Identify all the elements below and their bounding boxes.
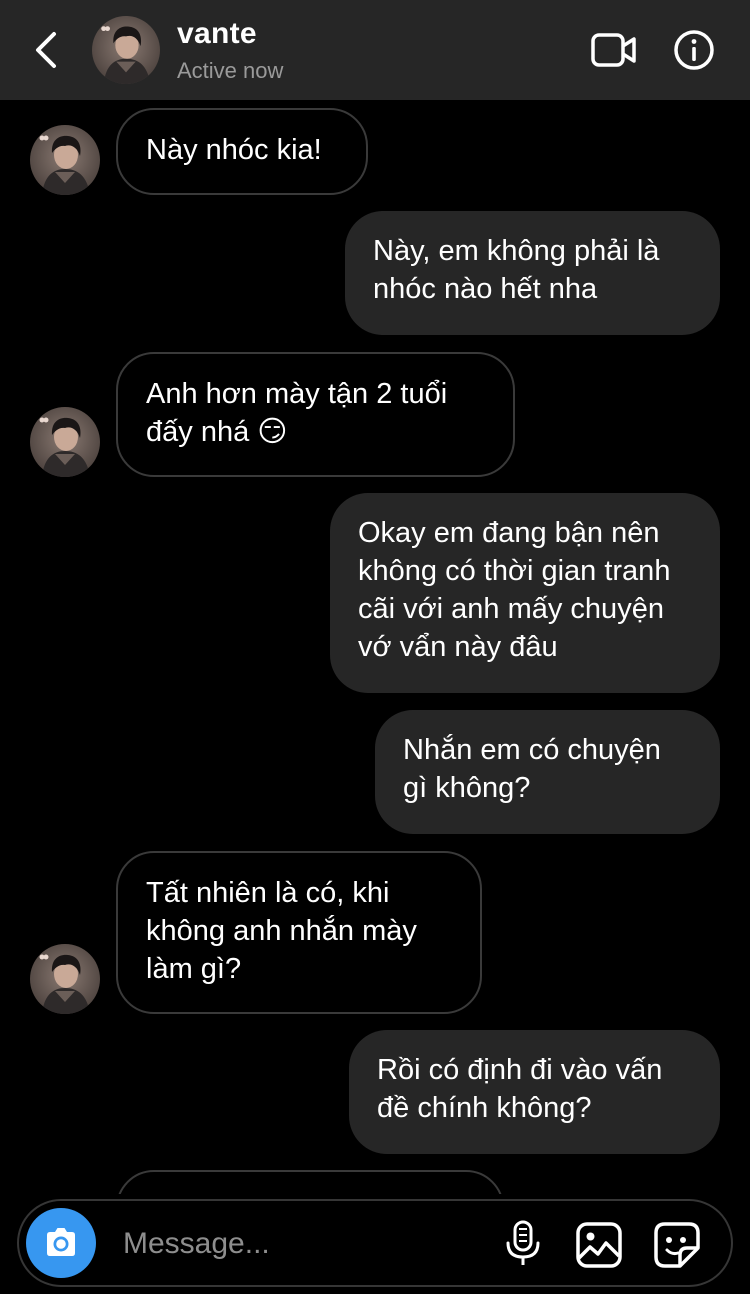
back-button[interactable]: [28, 28, 68, 72]
sent-message[interactable]: Okay em đang bận nên không có thời gian …: [330, 493, 720, 693]
sent-message[interactable]: Này, em không phải là nhóc nào hết nha: [345, 211, 720, 335]
avatar-image: [30, 944, 100, 1014]
avatar-image: [92, 16, 160, 84]
video-call-icon: [591, 33, 636, 67]
video-call-button[interactable]: [590, 30, 638, 70]
gallery-icon: [576, 1222, 622, 1268]
chat-header: vante Active now: [0, 0, 750, 100]
avatar-image: [30, 407, 100, 477]
gallery-button[interactable]: [575, 1221, 623, 1269]
sent-message[interactable]: Nhắn em có chuyện gì không?: [375, 710, 720, 834]
camera-button[interactable]: [26, 1208, 96, 1278]
microphone-icon: [506, 1220, 540, 1265]
sender-avatar[interactable]: [30, 125, 100, 195]
sent-message[interactable]: Rồi có định đi vào vấn đề chính không?: [349, 1030, 720, 1154]
message-thread[interactable]: Này nhóc kia! Này, em không phải là nhóc…: [0, 100, 750, 1194]
sender-avatar[interactable]: [30, 944, 100, 1014]
contact-avatar[interactable]: [92, 16, 160, 84]
avatar-image: [30, 125, 100, 195]
chevron-left-icon: [36, 32, 56, 68]
message-composer: [17, 1199, 733, 1287]
received-message[interactable]: Anh hơn mày tận 2 tuổi đấy nhá 😏: [116, 352, 515, 477]
contact-name[interactable]: vante: [177, 17, 257, 51]
info-icon: [674, 30, 714, 70]
received-message[interactable]: Tất nhiên là có, khi không anh nhắn mày …: [116, 851, 482, 1014]
camera-icon: [47, 1228, 75, 1256]
received-message[interactable]: [116, 1170, 504, 1194]
received-message[interactable]: Này nhóc kia!: [116, 108, 368, 195]
chat-screen: vante Active now Này nhóc kia! Này, em k…: [0, 0, 750, 1294]
sticker-icon: [654, 1222, 700, 1268]
sticker-button[interactable]: [653, 1221, 701, 1269]
active-status: Active now: [177, 58, 284, 83]
microphone-button[interactable]: [503, 1219, 543, 1269]
sender-avatar[interactable]: [30, 407, 100, 477]
message-input[interactable]: [121, 1219, 485, 1269]
info-button[interactable]: [672, 28, 716, 72]
